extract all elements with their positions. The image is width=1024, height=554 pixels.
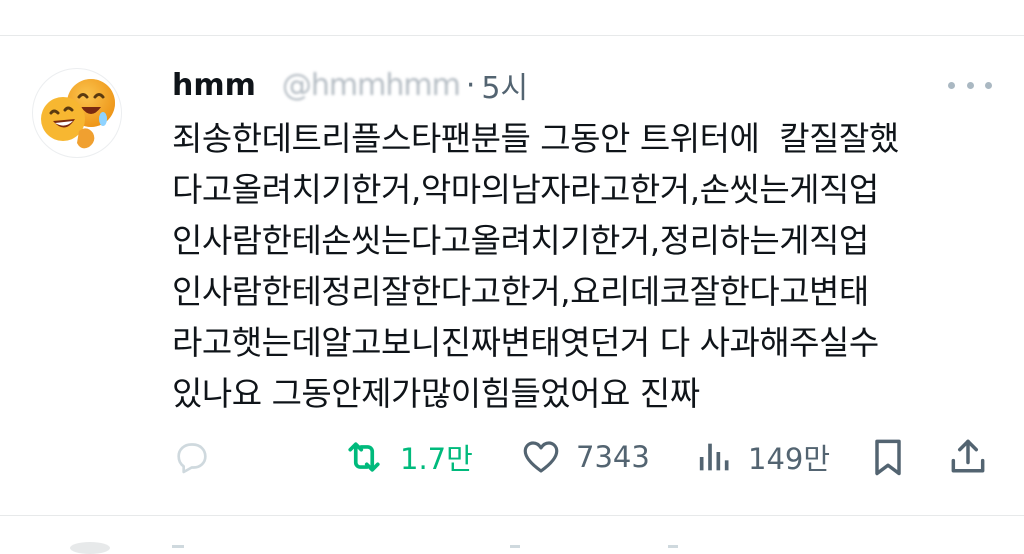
bookmark-button[interactable] [866, 433, 910, 481]
views-button[interactable]: 149만 [694, 433, 830, 481]
reply-icon [177, 443, 207, 474]
tweet-body: 죄송한데트리플스타팬분들 그동안 트위터에 칼질잘했 다고올려치기한거,악마의남… [172, 119, 899, 413]
display-name[interactable]: hmm [172, 68, 256, 103]
share-button[interactable] [946, 433, 990, 481]
views-count: 149만 [748, 442, 831, 476]
views-icon [699, 443, 729, 471]
reply-button[interactable] [172, 433, 226, 481]
bookmark-icon [875, 439, 901, 476]
retweet-count: 1.7만 [400, 442, 473, 476]
next-tweet-avatar[interactable] [70, 542, 110, 554]
like-button[interactable]: 7343 [520, 433, 650, 481]
retweet-button[interactable]: 1.7만 [342, 433, 473, 481]
tweet-header: hmm @hmmhmm · 5시 [172, 63, 528, 107]
bottom-divider [0, 515, 1024, 516]
avatar[interactable] [32, 68, 122, 158]
heart-icon [523, 441, 559, 473]
post-time[interactable]: 5시 [481, 63, 528, 107]
action-bar: 1.7만 7343 149만 [0, 433, 1024, 481]
emoji-avatar-icon [41, 79, 115, 149]
time-separator: · [465, 67, 476, 103]
more-dots-icon[interactable] [948, 73, 992, 97]
retweet-icon [348, 442, 380, 472]
like-count: 7343 [576, 440, 650, 474]
tweet[interactable]: hmm @hmmhmm · 5시 죄송한데트리플스타팬분들 그동안 트위터에 칼… [0, 35, 1024, 515]
share-icon [951, 439, 985, 473]
user-handle[interactable]: @hmmhmm [282, 68, 461, 103]
